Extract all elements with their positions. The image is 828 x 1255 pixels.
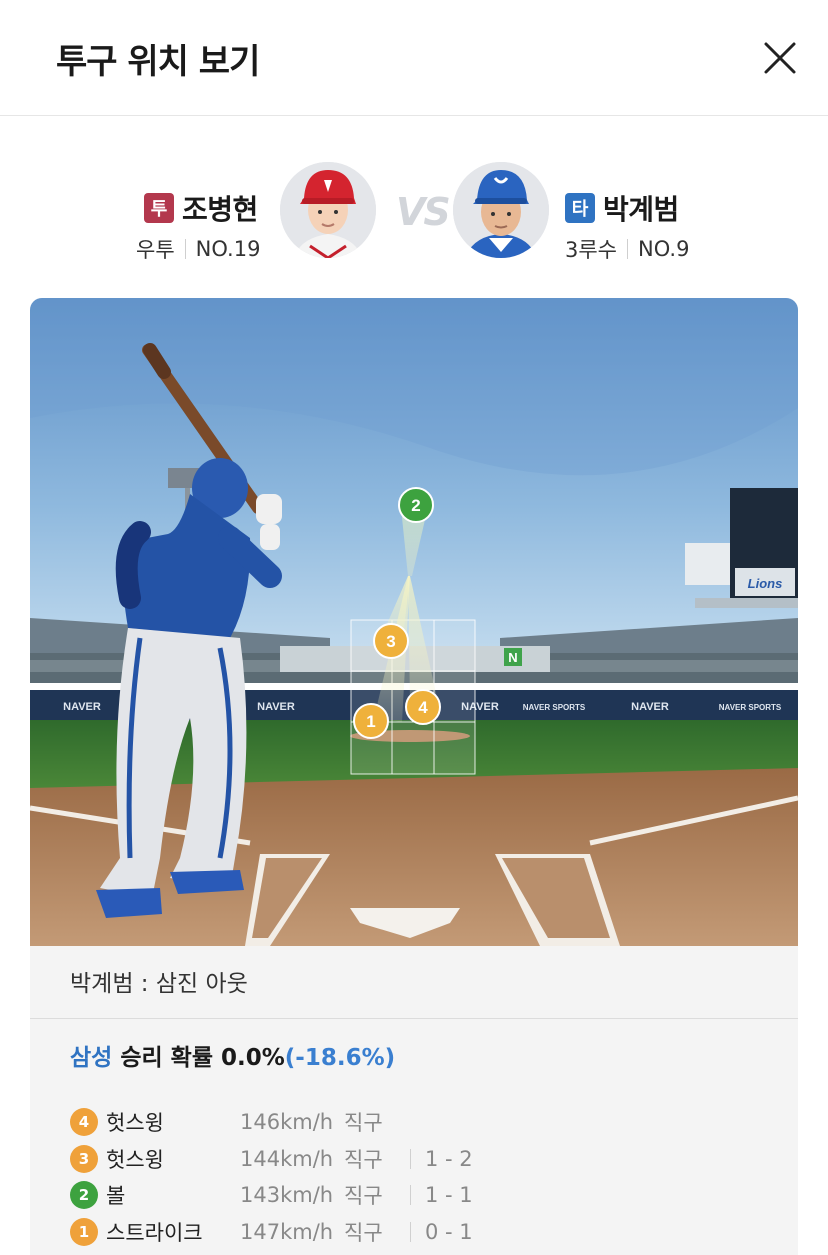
pitch-row-1[interactable]: 1 스트라이크 147km/h 직구 0 - 1	[70, 1214, 770, 1251]
win-probability-value: 승리 확률 0.0%	[120, 1045, 285, 1071]
vs-label: VS	[396, 190, 451, 234]
pitch-kind: 직구	[344, 1111, 383, 1136]
pitch-marker-label: 3	[386, 632, 395, 651]
pitch-kind: 직구	[344, 1220, 383, 1245]
pitch-row-2[interactable]: 2 볼 143km/h 직구 1 - 1	[70, 1177, 770, 1214]
ad-banner-text: NAVER SPORTS	[719, 703, 782, 712]
matchup-section: 투 조병현 우투 NO.19 VS 타 박계범 3루수 NO.9	[0, 150, 828, 270]
win-probability-delta: (-18.6%)	[284, 1045, 396, 1071]
pitch-number-badge: 2	[70, 1181, 98, 1210]
win-probability: 삼성 승리 확률 0.0% (-18.6%)	[70, 1038, 395, 1072]
pitcher-name-row: 투 조병현	[144, 188, 258, 228]
svg-text:N: N	[508, 650, 517, 665]
close-icon[interactable]	[758, 36, 802, 80]
pitch-result: 볼	[106, 1184, 126, 1209]
pitch-count: 1 - 2	[425, 1146, 473, 1171]
field-illustration: N Lions NAVER NAVER NAVER NAVER NAVER SP…	[30, 298, 798, 946]
pitcher-name[interactable]: 조병현	[182, 188, 258, 228]
pitch-row-4[interactable]: 4 헛스윙 146km/h 직구	[70, 1104, 770, 1141]
ad-banner-text: NAVER SPORTS	[523, 703, 586, 712]
pitch-number-badge: 1	[70, 1217, 98, 1246]
batter-photo	[453, 162, 549, 258]
batter-role-badge: 타	[565, 193, 595, 223]
pitch-speed: 144km/h	[240, 1146, 334, 1171]
header: 투구 위치 보기	[0, 0, 828, 116]
divider	[184, 239, 186, 259]
pitch-result: 스트라이크	[106, 1220, 203, 1245]
page-title: 투구 위치 보기	[56, 42, 260, 82]
pitch-list: 4 헛스윙 146km/h 직구 3 헛스윙 144km/h 직구 1 - 2 …	[70, 1104, 770, 1250]
pitch-row-3[interactable]: 3 헛스윙 144km/h 직구 1 - 2	[70, 1141, 770, 1178]
pitch-number-badge: 4	[70, 1108, 98, 1137]
pitch-result: 헛스윙	[106, 1147, 164, 1172]
pitcher-number: NO.19	[195, 237, 261, 261]
ad-banner-text: NAVER	[257, 701, 295, 713]
pitch-marker-2[interactable]: 2	[398, 487, 434, 523]
pitcher-avatar[interactable]	[280, 162, 376, 258]
pitch-marker-3[interactable]: 3	[373, 623, 409, 659]
pitcher-photo	[280, 162, 376, 258]
pitch-speed: 143km/h	[240, 1183, 334, 1208]
ad-banner-text: NAVER	[63, 701, 101, 713]
divider	[410, 1148, 411, 1169]
pitcher-meta: 우투 NO.19	[136, 234, 260, 264]
divider	[627, 239, 629, 259]
divider	[410, 1221, 411, 1242]
batter-avatar[interactable]	[453, 162, 549, 258]
pitch-speed: 146km/h	[240, 1110, 334, 1135]
pitcher-role-badge: 투	[144, 193, 174, 223]
pitch-number-badge: 3	[70, 1144, 98, 1173]
pitch-location-field: N Lions NAVER NAVER NAVER NAVER NAVER SP…	[30, 298, 798, 946]
pitch-marker-1[interactable]: 1	[353, 703, 389, 739]
pitch-kind: 직구	[344, 1184, 383, 1209]
ad-banner-text: NAVER	[631, 701, 669, 713]
batter-name-row: 타 박계범	[565, 188, 679, 228]
at-bat-result-panel: 박계범 : 삼진 아웃 삼성 승리 확률 0.0% (-18.6%) 4 헛스윙…	[30, 946, 798, 1255]
batter-number: NO.9	[638, 237, 690, 261]
pitch-count: 0 - 1	[425, 1219, 473, 1244]
divider	[410, 1185, 411, 1206]
batter-position: 3루수	[565, 238, 618, 262]
close-button[interactable]	[758, 36, 802, 80]
pitch-marker-label: 4	[418, 698, 428, 717]
pitch-count: 1 - 1	[425, 1183, 473, 1208]
pitch-speed: 147km/h	[240, 1219, 334, 1244]
pitch-marker-label: 2	[411, 496, 420, 515]
at-bat-result: 박계범 : 삼진 아웃	[70, 971, 248, 997]
pitch-result: 헛스윙	[106, 1111, 164, 1136]
divider	[30, 1018, 798, 1019]
batter-meta: 3루수 NO.9	[565, 234, 689, 264]
win-probability-team: 삼성	[70, 1045, 113, 1071]
pitch-kind: 직구	[344, 1147, 383, 1172]
batter-name[interactable]: 박계범	[603, 188, 679, 228]
pitcher-hand: 우투	[136, 238, 175, 262]
scoreboard-team-label: Lions	[748, 576, 783, 591]
pitch-marker-label: 1	[366, 712, 375, 731]
pitch-marker-4[interactable]: 4	[405, 689, 441, 725]
